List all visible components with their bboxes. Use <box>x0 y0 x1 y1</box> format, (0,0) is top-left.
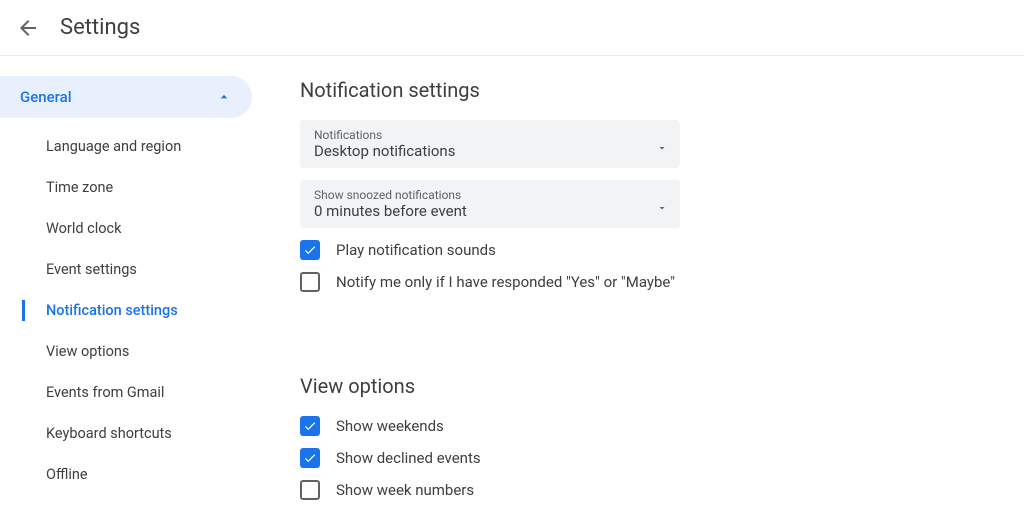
dropdown-value: Desktop notifications <box>314 142 455 160</box>
sidebar-item-keyboard-shortcuts[interactable]: Keyboard shortcuts <box>0 413 260 454</box>
checkbox-label: Notify me only if I have responded "Yes"… <box>336 273 675 291</box>
caret-down-icon <box>656 139 666 149</box>
sidebar-section-title: General <box>20 88 72 106</box>
sidebar-item-notification-settings[interactable]: Notification settings <box>0 290 260 331</box>
show-declined-checkbox-row[interactable]: Show declined events <box>300 448 984 468</box>
show-week-numbers-checkbox-row[interactable]: Show week numbers <box>300 480 984 500</box>
checkbox-label: Show week numbers <box>336 481 474 499</box>
back-arrow-icon[interactable] <box>16 16 40 40</box>
sidebar: General Language and region Time zone Wo… <box>0 56 260 511</box>
settings-header: Settings <box>0 0 1024 56</box>
sidebar-item-label: View options <box>46 343 129 360</box>
checkbox-label: Show weekends <box>336 417 444 435</box>
notifications-dropdown[interactable]: Notifications Desktop notifications <box>300 120 680 168</box>
checkbox-checked-icon <box>300 240 320 260</box>
checkbox-label: Play notification sounds <box>336 241 496 259</box>
checkbox-checked-icon <box>300 448 320 468</box>
checkbox-unchecked-icon <box>300 480 320 500</box>
checkbox-unchecked-icon <box>300 272 320 292</box>
snoozed-notifications-dropdown[interactable]: Show snoozed notifications 0 minutes bef… <box>300 180 680 228</box>
sidebar-item-label: Notification settings <box>46 302 178 319</box>
main-panel: Notification settings Notifications Desk… <box>260 56 1024 511</box>
play-sounds-checkbox-row[interactable]: Play notification sounds <box>300 240 984 260</box>
sidebar-section-general[interactable]: General <box>0 76 252 118</box>
checkbox-checked-icon <box>300 416 320 436</box>
sidebar-item-world-clock[interactable]: World clock <box>0 208 260 249</box>
chevron-up-icon <box>216 89 232 105</box>
sidebar-item-label: Offline <box>46 466 88 483</box>
sidebar-item-label: Events from Gmail <box>46 384 164 401</box>
checkbox-label: Show declined events <box>336 449 481 467</box>
content-area: General Language and region Time zone Wo… <box>0 56 1024 511</box>
sidebar-item-offline[interactable]: Offline <box>0 454 260 495</box>
show-weekends-checkbox-row[interactable]: Show weekends <box>300 416 984 436</box>
sidebar-item-label: Keyboard shortcuts <box>46 425 172 442</box>
caret-down-icon <box>656 199 666 209</box>
dropdown-label: Show snoozed notifications <box>314 188 467 202</box>
sidebar-item-view-options[interactable]: View options <box>0 331 260 372</box>
page-title: Settings <box>60 15 140 40</box>
sidebar-items: Language and region Time zone World cloc… <box>0 118 260 495</box>
sidebar-item-label: World clock <box>46 220 121 237</box>
sidebar-item-event-settings[interactable]: Event settings <box>0 249 260 290</box>
sidebar-item-label: Language and region <box>46 138 181 155</box>
sidebar-item-language-and-region[interactable]: Language and region <box>0 126 260 167</box>
sidebar-item-label: Time zone <box>46 179 113 196</box>
sidebar-item-label: Event settings <box>46 261 137 278</box>
dropdown-label: Notifications <box>314 128 455 142</box>
dropdown-value: 0 minutes before event <box>314 202 467 220</box>
view-options-title: View options <box>300 374 984 398</box>
sidebar-item-events-from-gmail[interactable]: Events from Gmail <box>0 372 260 413</box>
notify-yes-maybe-checkbox-row[interactable]: Notify me only if I have responded "Yes"… <box>300 272 984 292</box>
notification-settings-title: Notification settings <box>300 78 984 102</box>
sidebar-item-time-zone[interactable]: Time zone <box>0 167 260 208</box>
